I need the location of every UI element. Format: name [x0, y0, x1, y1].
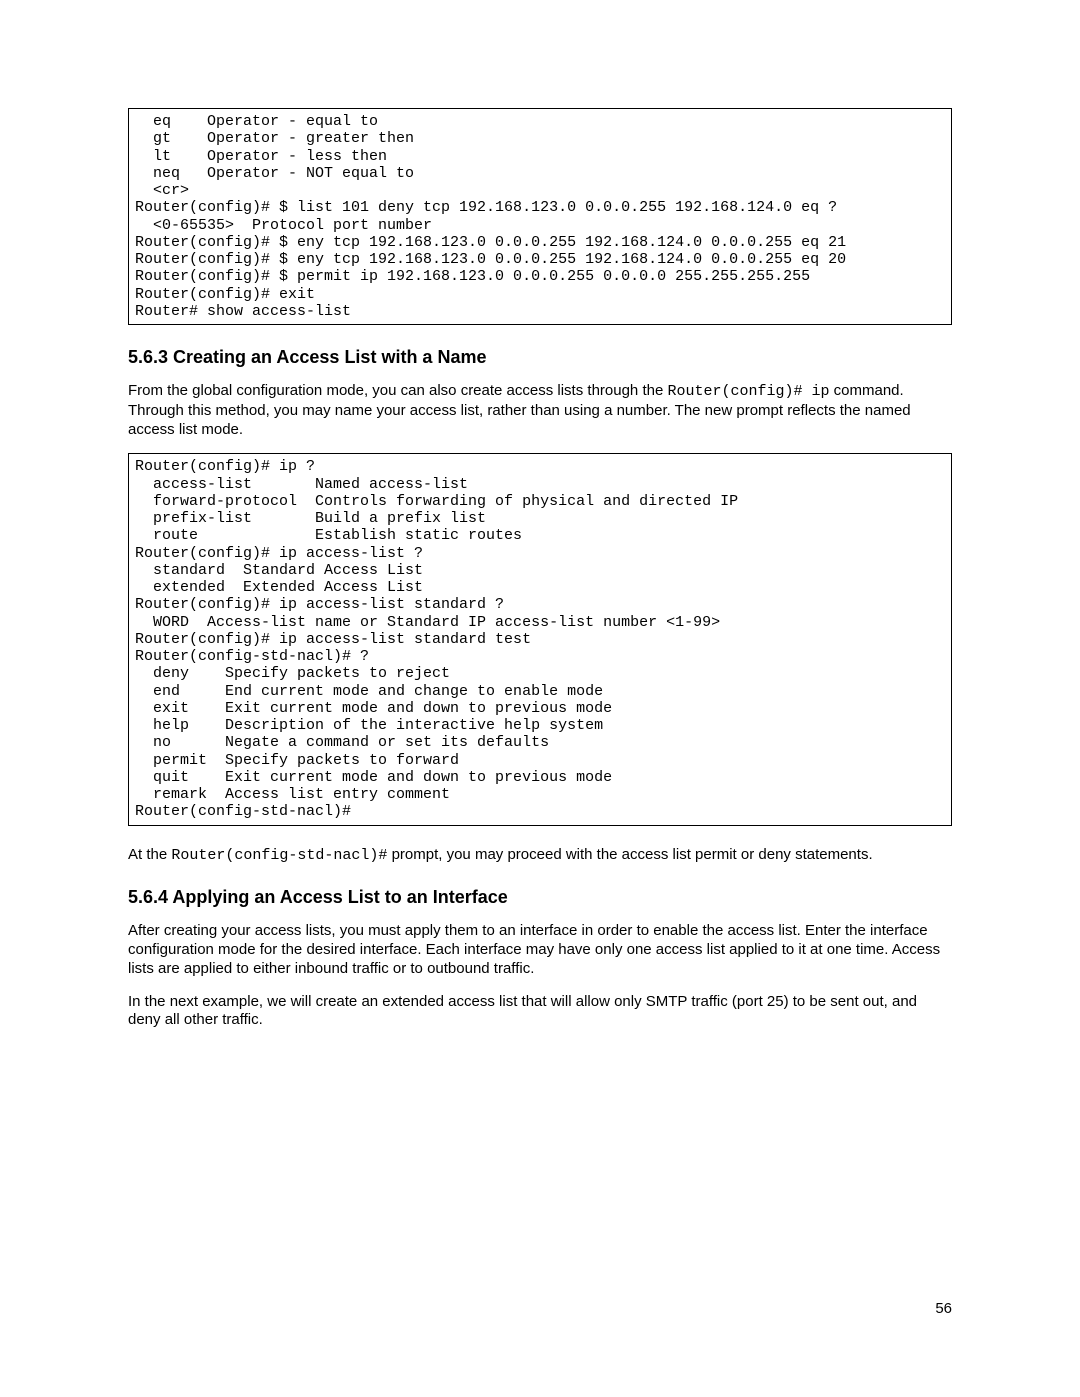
- code-block-1: eq Operator - equal to gt Operator - gre…: [128, 108, 952, 325]
- para-563-pre: From the global configuration mode, you …: [128, 382, 667, 399]
- heading-564: 5.6.4 Applying an Access List to an Inte…: [128, 887, 952, 908]
- para-after-code2: At the Router(config-std-nacl)# prompt, …: [128, 846, 952, 866]
- para-563-code: Router(config)# ip: [667, 383, 829, 400]
- page-number: 56: [935, 1300, 952, 1317]
- para-564-2: In the next example, we will create an e…: [128, 993, 952, 1031]
- para-after-code2-code: Router(config-std-nacl)#: [171, 847, 387, 864]
- page-container: eq Operator - equal to gt Operator - gre…: [0, 0, 1080, 1397]
- para-after-code2-pre: At the: [128, 846, 171, 863]
- code-block-2: Router(config)# ip ? access-list Named a…: [128, 453, 952, 825]
- para-after-code2-post: prompt, you may proceed with the access …: [387, 846, 872, 863]
- para-563: From the global configuration mode, you …: [128, 382, 952, 439]
- heading-563: 5.6.3 Creating an Access List with a Nam…: [128, 347, 952, 368]
- para-564-1: After creating your access lists, you mu…: [128, 922, 952, 978]
